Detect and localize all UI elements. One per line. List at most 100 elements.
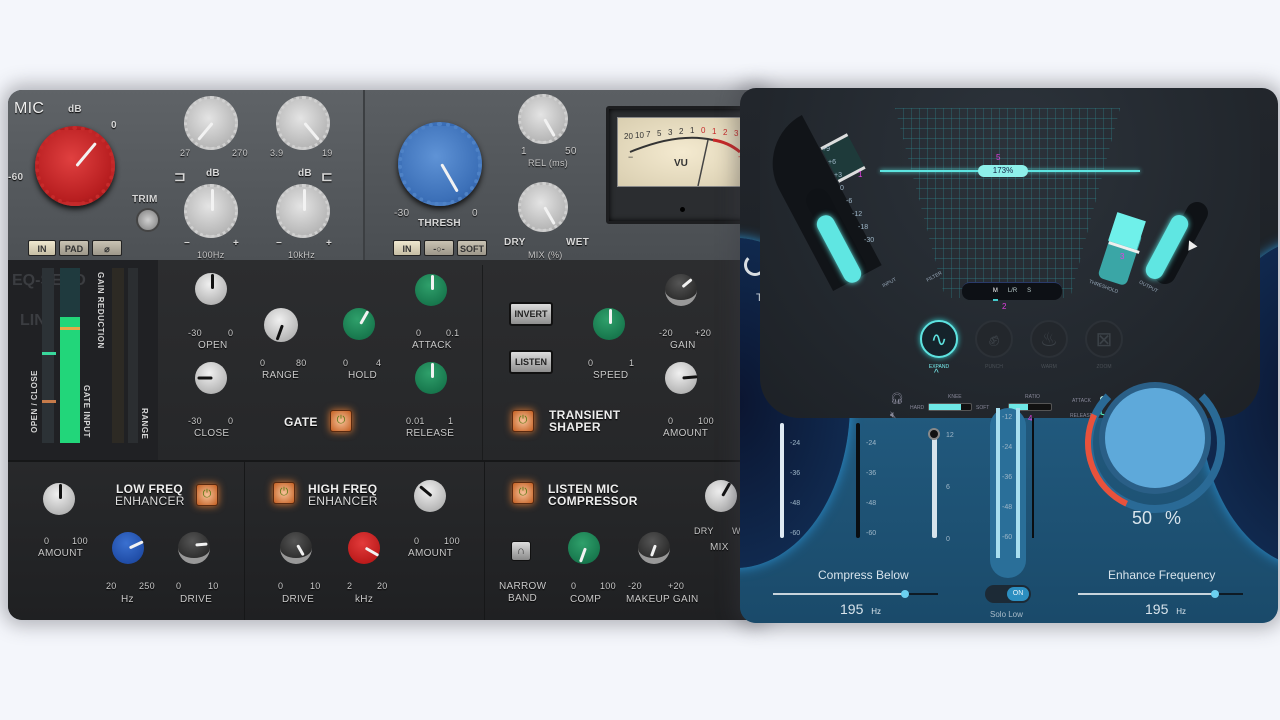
mic-title: MIC [14,100,45,117]
hfe-power-button[interactable]: ⏻ [273,482,295,504]
lfe-hz-max: 250 [139,581,155,591]
gate-range-knob[interactable] [264,308,298,342]
lmc-mix-label: MIX [710,542,729,553]
low-shelf-icon: ⊐ [174,168,187,184]
gate-open-knob[interactable] [195,273,227,305]
hp-filter-knob[interactable] [184,96,238,150]
release-ms-min-label: 1 [521,146,527,157]
comp-soft-button[interactable]: SOFT [457,240,487,256]
center-scale-tick: -24 [1002,444,1013,451]
center-scale-tick: -48 [1002,504,1013,511]
lmc-makeup-gain-knob[interactable] [638,532,670,564]
enhance-frequency-slider[interactable] [1078,590,1243,598]
annotation-2: 2 [1002,302,1007,311]
style-label-warm: WARM [1041,364,1057,370]
vu-needle [697,139,709,187]
listen-button[interactable]: LISTEN [509,350,553,374]
transient-shaper-power-button[interactable]: ⏻ [512,410,534,432]
vu-meter: 2010753210123 VU − + [606,106,758,224]
lmc-comp-knob[interactable] [568,532,600,564]
gate-attack-knob[interactable] [415,274,447,306]
solo-low-label: Solo Low [990,610,1023,619]
slider-scale-tick: 0 [946,536,950,543]
center-meter [990,408,1026,578]
gate-input-label: GATE INPUT [82,385,91,438]
hfe-khz-knob[interactable] [348,532,380,564]
mic-pad-button[interactable]: PAD [59,240,89,256]
expand-selected-chevron: ^ [934,368,939,379]
transient-amount-knob[interactable] [665,362,698,394]
hfe-drive-min: 0 [278,581,284,591]
lfe-title-line2: ENHANCER [115,494,185,508]
lfe-amount-knob[interactable] [43,483,75,515]
thresh-knob[interactable] [398,122,482,206]
style-button-zoom[interactable]: ⊠ ZOOM [1085,320,1123,370]
high-shelf-freq-label: 10kHz [288,250,316,260]
style-button-expand[interactable]: ∿ EXPAND [920,320,958,370]
mic-gain-knob[interactable] [35,126,115,206]
enhance-frequency-handle[interactable] [1210,590,1219,598]
hfe-drive-knob[interactable] [280,532,312,564]
lmc-power-button[interactable]: ⏻ [512,482,534,504]
mode-tab-lr[interactable]: L/R [1008,283,1017,301]
hfe-khz-max: 20 [377,581,388,591]
lfe-drive-knob[interactable] [178,532,210,564]
trim-screw[interactable] [136,208,160,232]
high-shelf-gain-knob[interactable] [276,184,330,238]
hfe-amount-label: AMOUNT [408,548,454,559]
comp-sidechain-button[interactable]: -○- [424,240,454,256]
lmc-mix-knob[interactable] [705,480,737,512]
left-gr-meter [856,423,860,538]
transient-gain-knob[interactable] [665,274,697,306]
enhance-value-pill[interactable]: 173% [978,165,1028,177]
transient-gain-max: +20 [695,328,712,338]
low-shelf-gain-knob[interactable] [184,184,238,238]
mode-tab-s[interactable]: S [1027,283,1031,301]
lfe-hz-label: Hz [121,594,134,605]
mic-phase-button[interactable]: ⌀ [92,240,122,256]
gate-close-knob[interactable] [195,362,227,394]
gate-release-knob[interactable] [415,362,447,394]
high-shelf-db-label: dB [298,168,312,179]
speed-knob[interactable] [593,308,625,340]
threshold-slider-handle[interactable] [928,428,940,440]
annotation-1: 1 [858,170,863,179]
lfe-hz-knob[interactable] [112,532,144,564]
annotation-3: 3 [1120,252,1125,261]
power-icon: ⏻ [202,488,212,500]
gate-hold-min: 0 [343,358,349,368]
style-button-warm[interactable]: ♨ WARM [1030,320,1068,370]
hfe-amount-knob[interactable] [414,480,446,512]
release-ms-max-label: 50 [565,146,577,157]
high-shelf-icon: ⊏ [321,168,334,184]
knee-slider[interactable] [928,403,972,411]
threshold-slider-track[interactable] [932,433,937,538]
mic-gain-max-label: 0 [111,120,117,131]
mic-in-button[interactable]: IN [28,240,56,256]
high-shelf-minus: − [276,238,283,249]
hfe-drive-label: DRIVE [282,594,315,605]
mode-tab-m[interactable]: M [992,283,998,301]
transient-amount-min: 0 [668,416,674,426]
enhance-amount-knob[interactable] [1105,388,1205,488]
gate-power-button[interactable]: ⏻ [330,410,352,432]
hp-filter-min-label: 27 [180,148,191,158]
release-ms-knob[interactable] [518,94,568,144]
lmc-makeup-max: +20 [668,581,685,591]
vu-meter-face: 2010753210123 VU − + [617,117,747,187]
style-button-punch[interactable]: ✊︎ PUNCH [975,320,1013,370]
divider [482,265,483,460]
solo-low-toggle[interactable]: ON [985,585,1031,603]
mute-icon[interactable]: 🔇︎ [890,410,896,421]
mix-knob[interactable] [518,182,568,232]
gate-hold-knob[interactable] [343,308,375,340]
lp-filter-knob[interactable] [276,96,330,150]
compress-below-slider[interactable] [773,590,938,598]
headphones-icon[interactable]: 🎧︎ [890,392,904,405]
compress-below-handle[interactable] [901,590,909,598]
lfe-power-button[interactable]: ⏻ [196,484,218,506]
invert-button[interactable]: INVERT [509,302,553,326]
narrow-band-button[interactable]: ∩ [511,541,531,561]
power-icon: ⏻ [279,486,289,498]
comp-in-button[interactable]: IN [393,240,421,256]
